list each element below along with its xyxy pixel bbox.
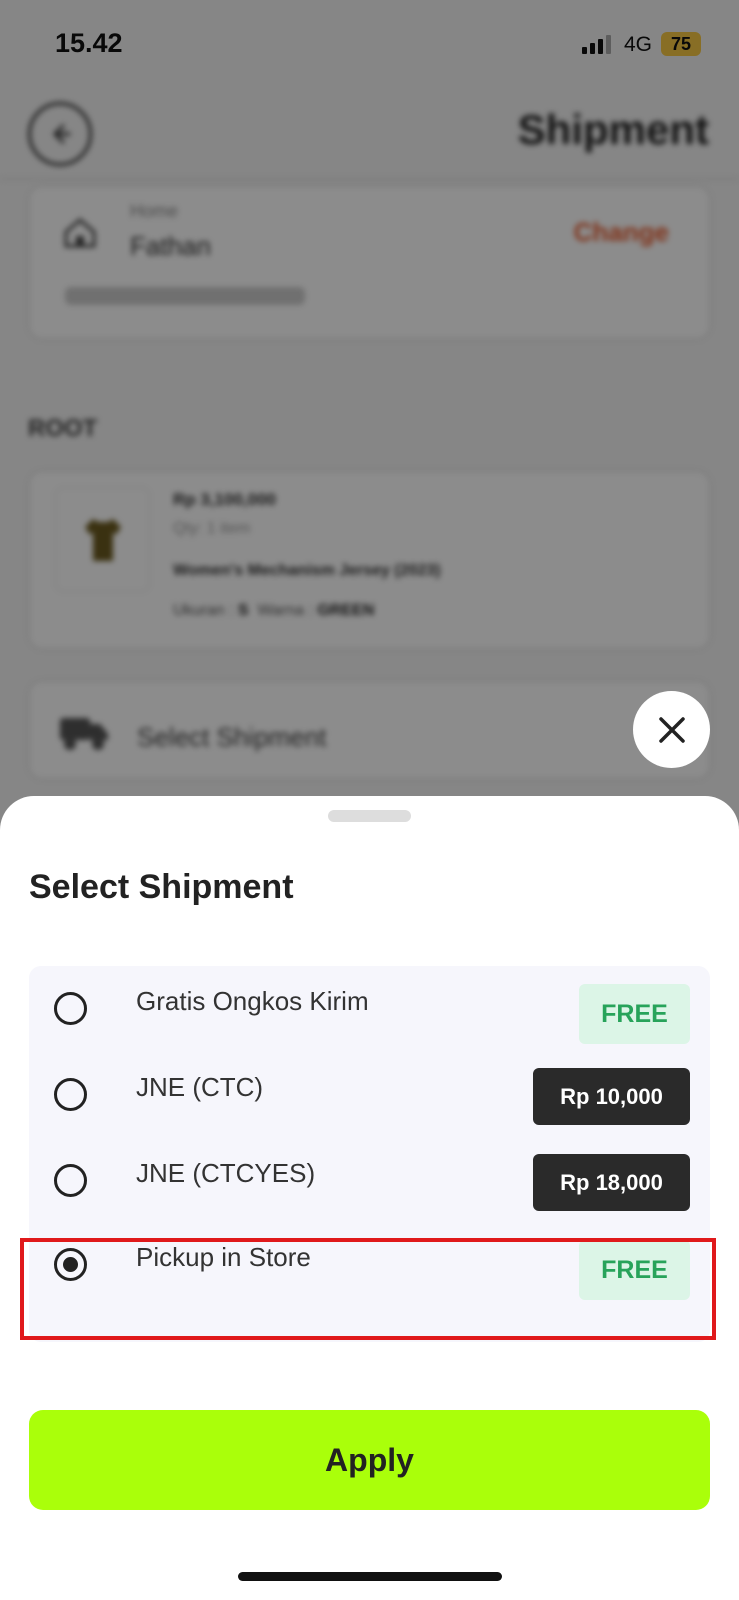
price-badge-free: FREE (579, 984, 690, 1044)
home-indicator[interactable] (238, 1572, 502, 1581)
option-label: JNE (CTCYES) (136, 1158, 316, 1188)
close-icon (658, 716, 685, 743)
option-label: Gratis Ongkos Kirim (136, 986, 369, 1016)
close-button[interactable] (633, 691, 710, 768)
selection-highlight-box (20, 1238, 716, 1340)
shipment-option-jne-ctcyes[interactable]: JNE (CTCYES) Rp 18,000 (29, 1138, 710, 1224)
price-badge: Rp 18,000 (533, 1154, 690, 1211)
shipment-option-jne-ctc[interactable]: JNE (CTC) Rp 10,000 (29, 1052, 710, 1138)
option-label: JNE (CTC) (136, 1072, 264, 1102)
sheet-title: Select Shipment (29, 868, 294, 906)
radio-button[interactable] (54, 1164, 87, 1197)
radio-button[interactable] (54, 1078, 87, 1111)
sheet-drag-handle[interactable] (328, 810, 411, 822)
shipment-option-gratis[interactable]: Gratis Ongkos Kirim FREE (29, 966, 710, 1052)
radio-button[interactable] (54, 992, 87, 1025)
apply-button[interactable]: Apply (29, 1410, 710, 1510)
price-badge: Rp 10,000 (533, 1068, 690, 1125)
